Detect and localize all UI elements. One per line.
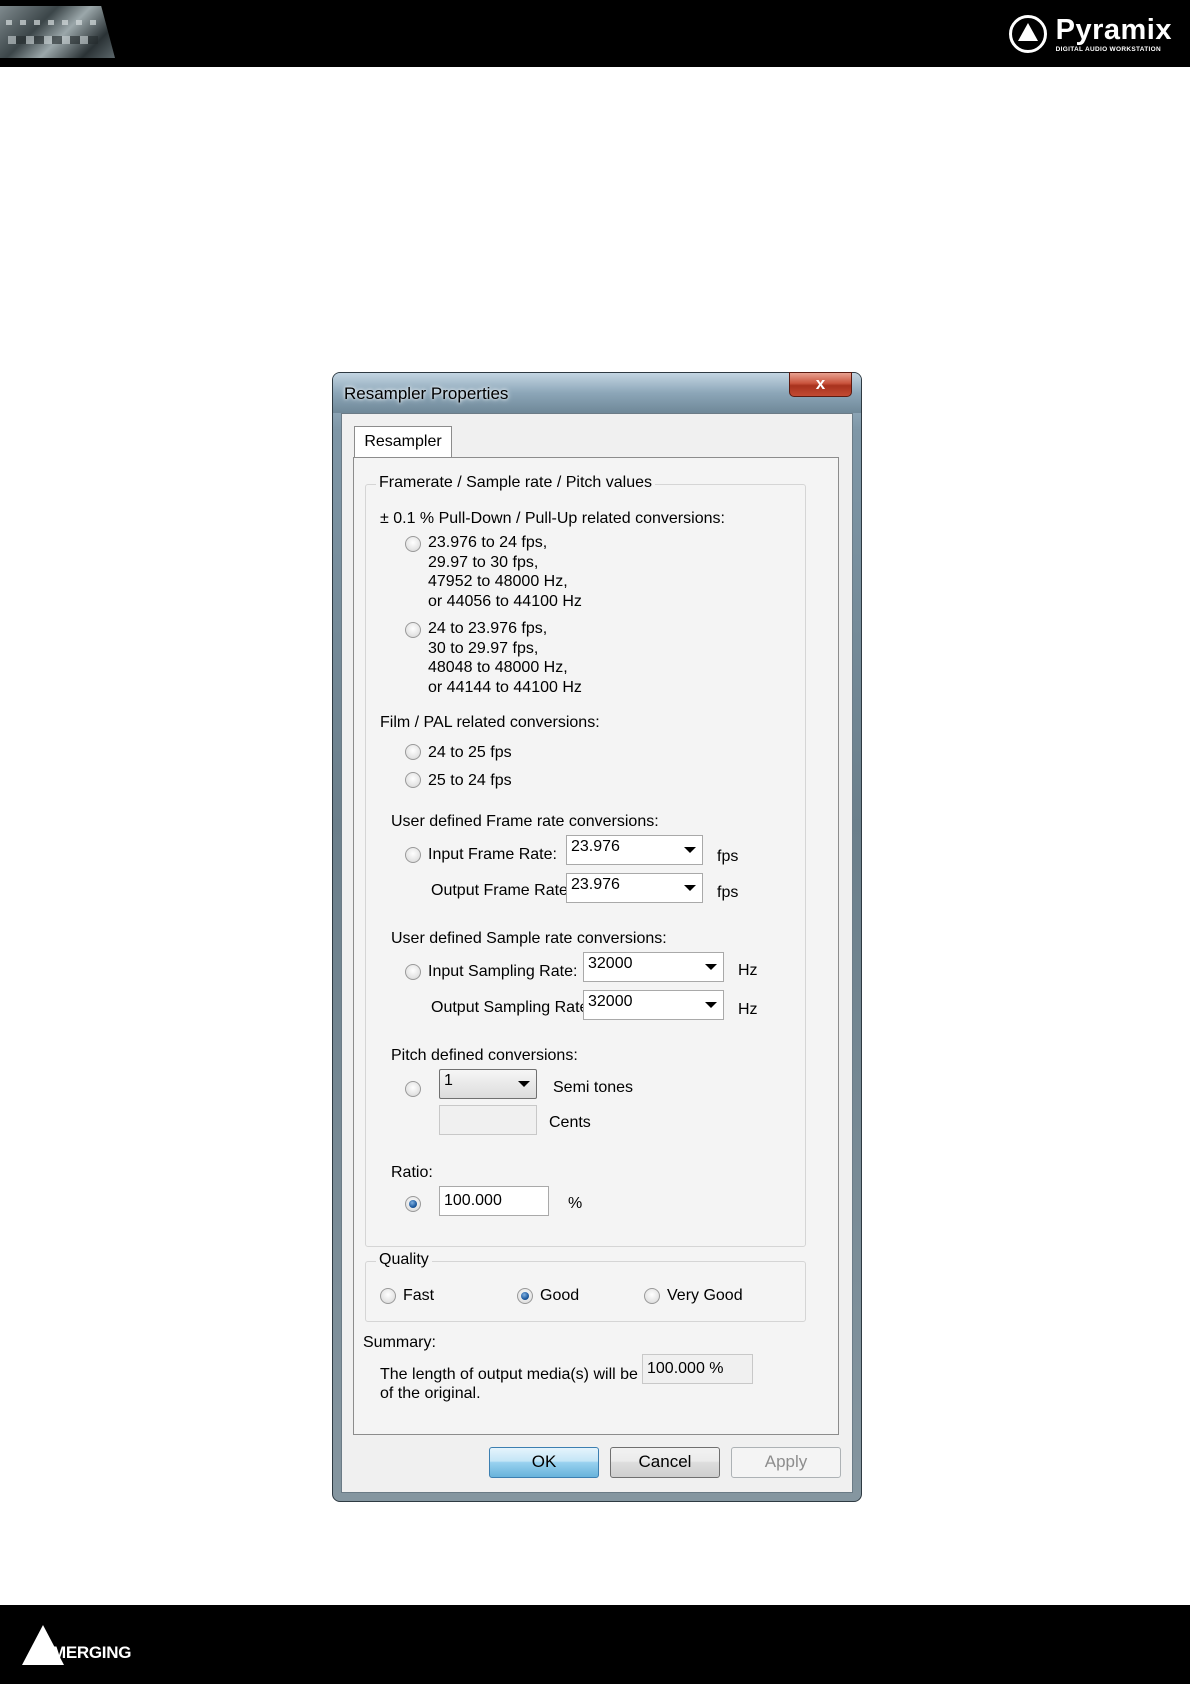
output-fps-unit: fps — [717, 884, 739, 901]
film-option2-radio[interactable] — [405, 772, 421, 788]
output-hz-unit: Hz — [738, 1001, 758, 1018]
resampler-properties-dialog: Resampler Properties x Resampler Framera… — [332, 372, 862, 1502]
summary-heading: Summary: — [363, 1334, 436, 1351]
brand-name: Pyramix — [1055, 13, 1172, 46]
input-sampling-rate-select[interactable]: 32000 — [583, 952, 724, 982]
pyramix-logo: Pyramix DIGITAL AUDIO WORKSTATION — [1008, 12, 1172, 56]
footer-bar: MERGING — [0, 1605, 1190, 1684]
output-frame-rate-select[interactable]: 23.976 — [566, 873, 703, 903]
dialog-client-area: Resampler Framerate / Sample rate / Pitc… — [341, 413, 853, 1493]
pitch-heading: Pitch defined conversions: — [391, 1047, 578, 1064]
chevron-down-icon — [705, 1002, 717, 1008]
quality-very-good-radio[interactable] — [644, 1288, 660, 1304]
quality-group: Quality Fast Good Very Good — [365, 1251, 806, 1322]
merging-logo: MERGING — [22, 1625, 131, 1665]
cents-input[interactable] — [439, 1105, 537, 1135]
pulldown-heading: ± 0.1 % Pull-Down / Pull-Up related conv… — [380, 510, 725, 527]
ratio-value: 100.000 — [444, 1192, 502, 1209]
header-bar: Pyramix DIGITAL AUDIO WORKSTATION — [0, 0, 1190, 67]
dialog-titlebar[interactable]: Resampler Properties x — [333, 372, 861, 413]
quality-group-legend: Quality — [376, 1251, 432, 1269]
input-frame-label: Input Frame Rate: — [428, 846, 557, 863]
input-frame-rate-value: 23.976 — [571, 838, 620, 855]
input-sampling-rate-value: 32000 — [588, 955, 633, 972]
apply-button[interactable]: Apply — [731, 1447, 841, 1478]
brand-subtitle: DIGITAL AUDIO WORKSTATION — [1055, 45, 1161, 53]
summary-text-line2: of the original. — [380, 1385, 481, 1402]
pulldown-option2-label[interactable]: 24 to 23.976 fps, 30 to 29.97 fps, 48048… — [428, 619, 582, 697]
input-frame-rate-select[interactable]: 23.976 — [566, 835, 703, 865]
ratio-heading: Ratio: — [391, 1164, 433, 1181]
ratio-percent-unit: % — [568, 1195, 583, 1212]
semitones-value: 1 — [444, 1072, 453, 1089]
ratio-radio[interactable] — [405, 1196, 421, 1212]
cents-label: Cents — [549, 1114, 591, 1131]
cancel-button[interactable]: Cancel — [610, 1447, 720, 1478]
tab-resampler[interactable]: Resampler — [354, 426, 452, 458]
film-option2-label[interactable]: 25 to 24 fps — [428, 771, 512, 790]
resampler-tab-panel: Framerate / Sample rate / Pitch values ±… — [353, 457, 839, 1435]
pulldown-option1-radio[interactable] — [405, 536, 421, 552]
pitch-radio[interactable] — [405, 1081, 421, 1097]
output-frame-rate-value: 23.976 — [571, 876, 620, 893]
chevron-down-icon — [705, 964, 717, 970]
chevron-down-icon — [518, 1081, 530, 1087]
quality-good-label[interactable]: Good — [540, 1286, 579, 1305]
user-frame-radio[interactable] — [405, 847, 421, 863]
ok-button[interactable]: OK — [489, 1447, 599, 1478]
chevron-down-icon — [684, 847, 696, 853]
chevron-down-icon — [684, 885, 696, 891]
framerate-group: Framerate / Sample rate / Pitch values ±… — [365, 474, 806, 1247]
input-fps-unit: fps — [717, 848, 739, 865]
output-sampling-rate-value: 32000 — [588, 993, 633, 1010]
semitones-label: Semi tones — [553, 1079, 634, 1096]
film-option1-label[interactable]: 24 to 25 fps — [428, 743, 512, 762]
pyramix-logo-icon — [1008, 15, 1047, 53]
framerate-group-legend: Framerate / Sample rate / Pitch values — [376, 474, 655, 492]
user-sample-heading: User defined Sample rate conversions: — [391, 930, 667, 947]
semitones-select[interactable]: 1 — [439, 1069, 537, 1099]
quality-very-good-label[interactable]: Very Good — [667, 1286, 743, 1305]
input-sampling-label: Input Sampling Rate: — [428, 963, 578, 980]
film-pal-heading: Film / PAL related conversions: — [380, 714, 600, 731]
quality-fast-label[interactable]: Fast — [403, 1286, 434, 1305]
output-frame-label: Output Frame Rate: — [431, 882, 573, 899]
close-icon: x — [815, 374, 826, 393]
mixing-console-image — [0, 6, 115, 58]
user-frame-heading: User defined Frame rate conversions: — [391, 813, 659, 830]
user-sample-radio[interactable] — [405, 964, 421, 980]
summary-text-line1: The length of output media(s) will be — [380, 1366, 638, 1383]
merging-logo-text: MERGING — [52, 1643, 132, 1662]
dialog-title: Resampler Properties — [344, 384, 509, 403]
quality-good-radio[interactable] — [517, 1288, 533, 1304]
quality-fast-radio[interactable] — [380, 1288, 396, 1304]
ratio-input[interactable]: 100.000 — [439, 1186, 549, 1216]
film-option1-radio[interactable] — [405, 744, 421, 760]
pulldown-option2-radio[interactable] — [405, 622, 421, 638]
summary-value: 100.000 % — [647, 1360, 724, 1377]
close-button[interactable]: x — [789, 372, 852, 397]
output-sampling-label: Output Sampling Rate: — [431, 999, 593, 1016]
output-sampling-rate-select[interactable]: 32000 — [583, 990, 724, 1020]
pulldown-option1-label[interactable]: 23.976 to 24 fps, 29.97 to 30 fps, 47952… — [428, 533, 582, 611]
input-hz-unit: Hz — [738, 962, 758, 979]
summary-value-field: 100.000 % — [642, 1354, 753, 1384]
